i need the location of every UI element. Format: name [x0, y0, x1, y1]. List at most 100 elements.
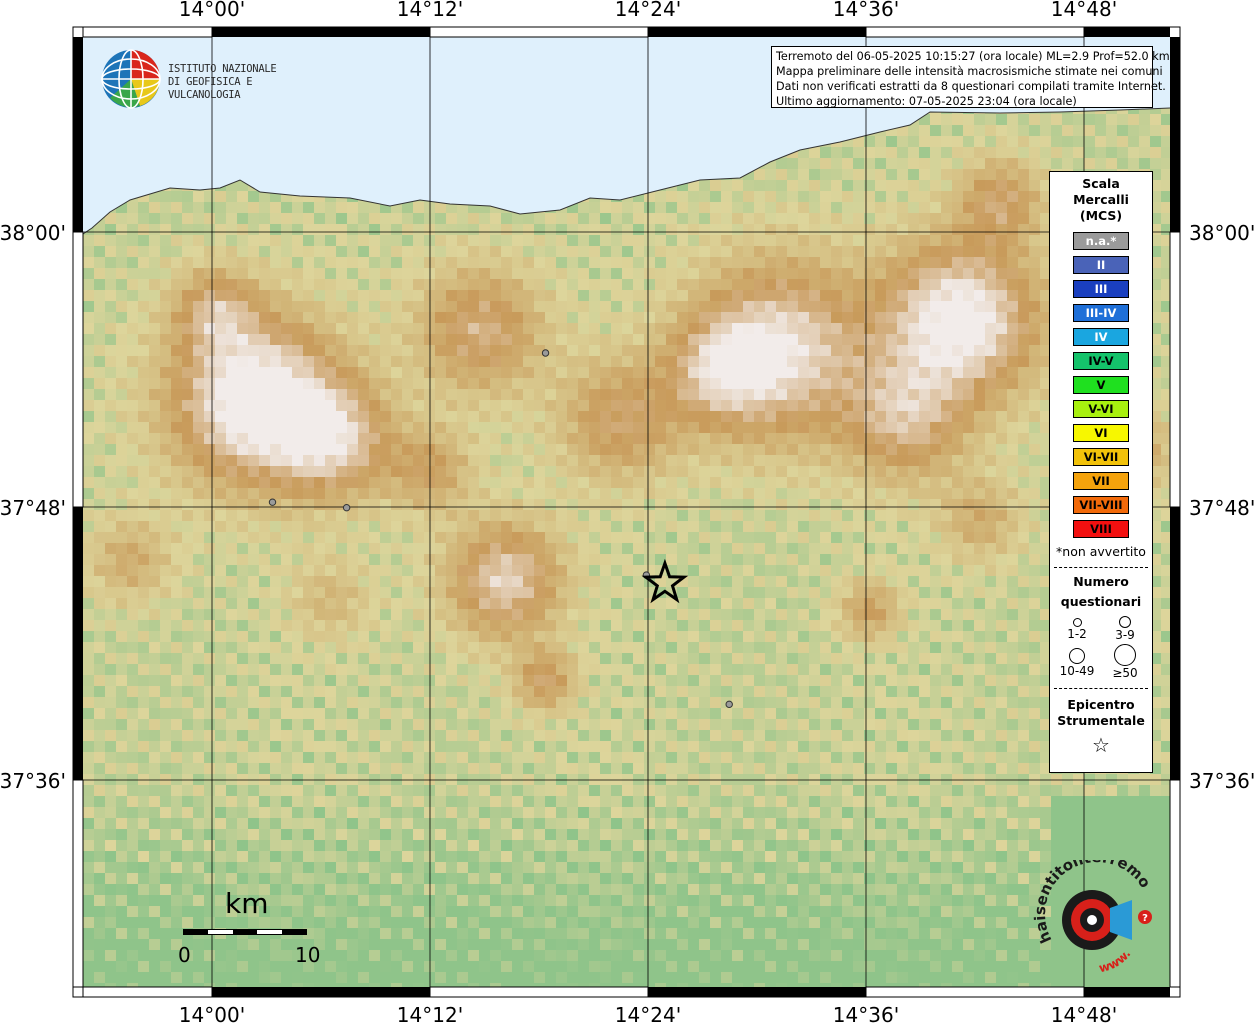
terrain-cell	[600, 334, 611, 345]
terrain-cell	[765, 246, 776, 257]
terrain-cell	[358, 521, 369, 532]
terrain-cell	[534, 389, 545, 400]
terrain-cell	[776, 532, 787, 543]
terrain-cell	[402, 356, 413, 367]
terrain-cell	[875, 532, 886, 543]
terrain-cell	[149, 488, 160, 499]
terrain-cell	[83, 477, 94, 488]
terrain-cell	[941, 444, 952, 455]
terrain-cell	[908, 400, 919, 411]
terrain-cell	[1029, 422, 1040, 433]
terrain-cell	[820, 488, 831, 499]
terrain-cell	[292, 202, 303, 213]
terrain-cell	[523, 444, 534, 455]
terrain-cell	[820, 433, 831, 444]
terrain-cell	[589, 257, 600, 268]
terrain-cell	[743, 213, 754, 224]
terrain-cell	[1029, 510, 1040, 521]
terrain-cell	[974, 114, 985, 125]
terrain-cell	[919, 169, 930, 180]
terrain-cell	[479, 565, 490, 576]
terrain-cell	[193, 268, 204, 279]
terrain-cell	[688, 565, 699, 576]
terrain-cell	[468, 345, 479, 356]
terrain-cell	[490, 433, 501, 444]
terrain-cell	[160, 565, 171, 576]
terrain-cell	[853, 224, 864, 235]
terrain-cell	[138, 301, 149, 312]
terrain-cell	[226, 477, 237, 488]
terrain-cell	[545, 301, 556, 312]
terrain-cell	[743, 422, 754, 433]
terrain-cell	[952, 521, 963, 532]
terrain-cell	[963, 521, 974, 532]
terrain-cell	[457, 268, 468, 279]
terrain-cell	[259, 400, 270, 411]
terrain-cell	[468, 576, 479, 587]
terrain-cell	[952, 367, 963, 378]
terrain-cell	[479, 378, 490, 389]
terrain-cell	[182, 532, 193, 543]
terrain-cell	[435, 279, 446, 290]
terrain-cell	[116, 576, 127, 587]
terrain-cell	[358, 301, 369, 312]
terrain-cell	[765, 180, 776, 191]
terrain-cell	[116, 444, 127, 455]
terrain-cell	[644, 444, 655, 455]
terrain-cell	[787, 477, 798, 488]
terrain-cell	[281, 444, 292, 455]
terrain-cell	[688, 323, 699, 334]
terrain-cell	[523, 235, 534, 246]
terrain-cell	[853, 576, 864, 587]
terrain-cell	[1029, 499, 1040, 510]
terrain-cell	[281, 477, 292, 488]
terrain-cell	[655, 268, 666, 279]
terrain-cell	[215, 477, 226, 488]
terrain-cell	[633, 565, 644, 576]
terrain-cell	[127, 576, 138, 587]
terrain-cell	[897, 158, 908, 169]
terrain-cell	[116, 268, 127, 279]
terrain-cell	[325, 246, 336, 257]
terrain-cell	[391, 301, 402, 312]
terrain-cell	[897, 444, 908, 455]
terrain-cell	[325, 356, 336, 367]
terrain-cell	[567, 389, 578, 400]
terrain-cell	[556, 444, 567, 455]
terrain-cell	[655, 246, 666, 257]
terrain-cell	[996, 312, 1007, 323]
terrain-cell	[820, 213, 831, 224]
terrain-cell	[468, 312, 479, 323]
terrain-cell	[996, 499, 1007, 510]
terrain-cell	[193, 334, 204, 345]
terrain-cell	[105, 246, 116, 257]
terrain-cell	[270, 587, 281, 598]
terrain-cell	[413, 367, 424, 378]
terrain-cell	[413, 378, 424, 389]
terrain-cell	[666, 213, 677, 224]
terrain-cell	[138, 455, 149, 466]
terrain-cell	[886, 411, 897, 422]
terrain-cell	[633, 411, 644, 422]
terrain-cell	[853, 356, 864, 367]
terrain-cell	[314, 389, 325, 400]
terrain-cell	[644, 510, 655, 521]
terrain-cell	[875, 158, 886, 169]
terrain-cell	[974, 466, 985, 477]
terrain-cell	[578, 279, 589, 290]
terrain-cell	[149, 268, 160, 279]
terrain-cell	[930, 576, 941, 587]
terrain-cell	[842, 389, 853, 400]
terrain-cell	[534, 246, 545, 257]
terrain-cell	[1095, 136, 1106, 147]
terrain-cell	[314, 466, 325, 477]
terrain-cell	[105, 235, 116, 246]
terrain-cell	[336, 576, 347, 587]
terrain-cell	[292, 246, 303, 257]
terrain-cell	[83, 367, 94, 378]
terrain-cell	[1007, 268, 1018, 279]
terrain-cell	[138, 587, 149, 598]
terrain-cell	[1150, 136, 1161, 147]
terrain-cell	[611, 323, 622, 334]
terrain-cell	[160, 312, 171, 323]
